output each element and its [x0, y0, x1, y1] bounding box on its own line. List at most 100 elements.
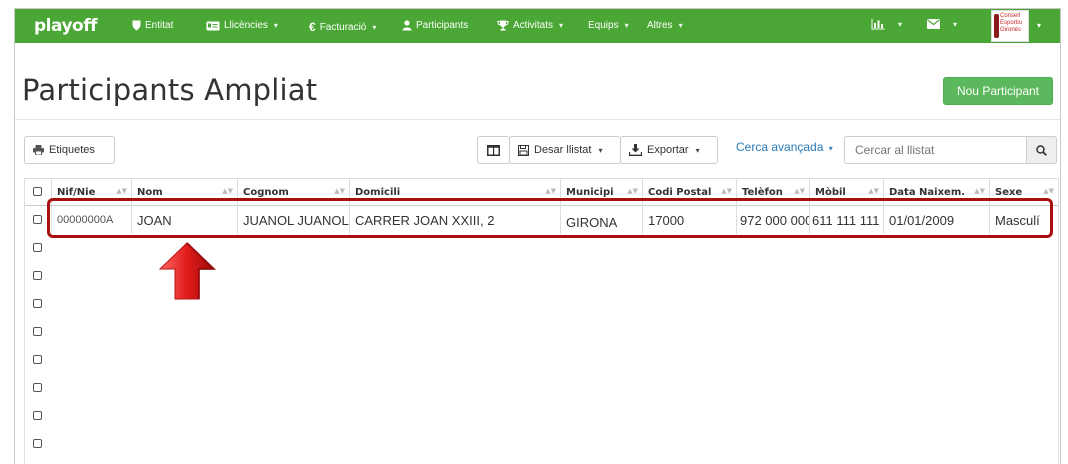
- cell-nif: 00000000A: [51, 206, 131, 234]
- advanced-search-label: Cerca avançada: [736, 140, 824, 154]
- export-label: Exportar: [647, 144, 689, 156]
- envelope-icon: [927, 19, 940, 29]
- search-input[interactable]: [844, 136, 1027, 164]
- column-header[interactable]: Codi Postal ▲▼: [642, 179, 736, 205]
- chevron-down-icon: ▾: [695, 145, 700, 155]
- sort-icon: ▲▼: [116, 187, 127, 195]
- new-participant-button[interactable]: Nou Participant: [943, 77, 1053, 105]
- table-row[interactable]: 00000000A JOAN JUANOL JUANOLA CARRER JOA…: [25, 206, 1058, 234]
- nav-label: Equips: [588, 20, 619, 31]
- column-header[interactable]: Data Naixem. ▲▼: [883, 179, 989, 205]
- table-row[interactable]: [25, 402, 1058, 430]
- chevron-down-icon: ▾: [598, 145, 603, 155]
- row-checkbox[interactable]: [33, 327, 42, 336]
- table-row[interactable]: [25, 318, 1058, 346]
- save-list-button[interactable]: Desar llistat ▾: [509, 136, 621, 164]
- sort-icon: ▲▼: [721, 187, 732, 195]
- shield-icon: [132, 20, 141, 31]
- search-button[interactable]: [1026, 136, 1057, 164]
- nav-label: Facturació: [319, 21, 367, 33]
- cell-telefon: 972 000 000: [736, 206, 809, 234]
- divider: [15, 119, 1060, 120]
- row-checkbox[interactable]: [33, 215, 42, 224]
- sort-icon: ▲▼: [1043, 187, 1054, 195]
- table-row[interactable]: [25, 430, 1058, 458]
- columns-toggle-button[interactable]: [477, 136, 510, 164]
- row-checkbox[interactable]: [33, 271, 42, 280]
- column-header[interactable]: Nif/Nie ▲▼: [51, 179, 131, 205]
- cell-sexe: Masculí: [989, 206, 1058, 234]
- column-header[interactable]: Telèfon ▲▼: [736, 179, 809, 205]
- chevron-down-icon: ▾: [828, 144, 833, 153]
- nav-participants[interactable]: Participants: [402, 20, 468, 31]
- nav-altres[interactable]: Altres ▾: [647, 20, 683, 31]
- labels-button[interactable]: Etiquetes: [24, 136, 115, 164]
- table-row[interactable]: [25, 374, 1058, 402]
- brand-logo[interactable]: playoff: [34, 16, 98, 36]
- top-navbar: playoff Entitat Llicències ▾ € Facturaci…: [15, 9, 1060, 43]
- sort-icon: ▲▼: [222, 187, 233, 195]
- nav-messages[interactable]: ▾: [927, 19, 957, 29]
- export-button[interactable]: Exportar ▾: [620, 136, 718, 164]
- participants-table: Nif/Nie ▲▼ Nom ▲▼ Cognom ▲▼ Domicili ▲▼ Muni…: [24, 178, 1059, 464]
- sort-icon: ▲▼: [868, 187, 879, 195]
- search-icon: [1036, 144, 1047, 156]
- up-arrow-annotation: [158, 242, 217, 300]
- chevron-down-icon: ▾: [624, 21, 629, 30]
- column-header[interactable]: Mòbil ▲▼: [809, 179, 883, 205]
- nav-stats[interactable]: ▾: [871, 19, 902, 30]
- page-title: Participants Ampliat: [22, 73, 318, 107]
- advanced-search-link[interactable]: Cerca avançada ▾: [736, 140, 833, 154]
- cell-cognom: JUANOL JUANOLA: [237, 206, 349, 234]
- app-frame: playoff Entitat Llicències ▾ € Facturaci…: [14, 8, 1061, 464]
- save-list-label: Desar llistat: [534, 144, 592, 156]
- column-header[interactable]: Municipi ▲▼: [560, 179, 642, 205]
- column-header[interactable]: Sexe ▲▼: [989, 179, 1058, 205]
- nav-label: Activitats: [513, 20, 554, 31]
- row-checkbox[interactable]: [33, 299, 42, 308]
- avatar[interactable]: Consell Esportiu Gironès: [991, 10, 1029, 42]
- download-icon: [629, 144, 642, 156]
- cell-domicili: CARRER JOAN XXIII, 2: [349, 206, 560, 234]
- chevron-down-icon[interactable]: ▾: [1037, 21, 1041, 30]
- nav-activitats[interactable]: Activitats ▾: [497, 20, 563, 31]
- cell-data-naixement: 01/01/2009: [883, 206, 989, 234]
- sort-icon: ▲▼: [794, 187, 805, 195]
- id-card-icon: [206, 21, 220, 30]
- nav-label: Participants: [416, 20, 469, 31]
- chevron-down-icon: ▾: [898, 20, 903, 29]
- nav-label: Entitat: [145, 20, 174, 31]
- cell-codi-postal: 17000: [642, 206, 736, 234]
- euro-icon: €: [309, 20, 316, 34]
- nav-entitat[interactable]: Entitat: [132, 20, 173, 31]
- sort-icon: ▲▼: [334, 187, 345, 195]
- row-checkbox[interactable]: [33, 383, 42, 392]
- row-checkbox[interactable]: [33, 439, 42, 448]
- cell-nom: JOAN: [131, 206, 237, 234]
- row-checkbox[interactable]: [33, 411, 42, 420]
- column-header[interactable]: Domicili ▲▼: [349, 179, 560, 205]
- sort-icon: ▲▼: [627, 187, 638, 195]
- bar-chart-icon: [871, 19, 885, 30]
- nav-llicencies[interactable]: Llicències ▾: [206, 20, 278, 31]
- table-header: Nif/Nie ▲▼ Nom ▲▼ Cognom ▲▼ Domicili ▲▼ Muni…: [25, 179, 1058, 206]
- column-header[interactable]: Nom ▲▼: [131, 179, 237, 205]
- cell-municipi: GIRONA: [560, 206, 642, 234]
- chevron-down-icon: ▾: [372, 22, 377, 32]
- chevron-down-icon: ▾: [559, 21, 564, 30]
- save-icon: [518, 144, 529, 156]
- chevron-down-icon: ▾: [273, 21, 278, 30]
- chevron-down-icon: ▾: [678, 21, 683, 30]
- table-row[interactable]: [25, 346, 1058, 374]
- nav-equips[interactable]: Equips ▾: [588, 20, 629, 31]
- nav-label: Altres: [647, 20, 673, 31]
- sort-icon: ▲▼: [545, 187, 556, 195]
- column-header[interactable]: Cognom ▲▼: [237, 179, 349, 205]
- nav-facturacio[interactable]: € Facturació ▾: [309, 20, 376, 34]
- row-checkbox[interactable]: [33, 243, 42, 252]
- row-checkbox[interactable]: [33, 355, 42, 364]
- sort-icon: ▲▼: [974, 187, 985, 195]
- select-all-checkbox[interactable]: [33, 187, 42, 196]
- cell-mobil: 611 111 111: [809, 206, 883, 234]
- user-icon: [402, 20, 412, 31]
